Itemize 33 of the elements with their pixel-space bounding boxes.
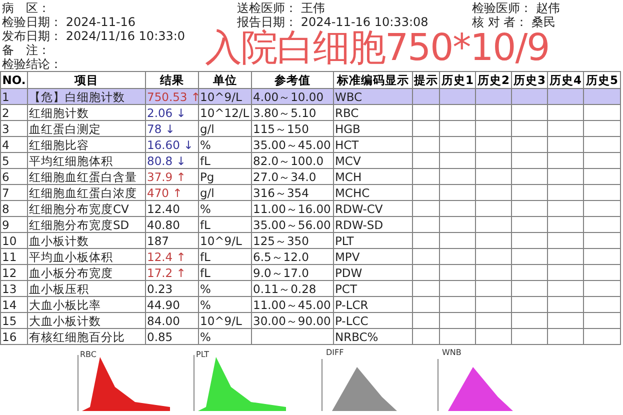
table-row[interactable]: 16 有核红细胞百分比 0.85 % NRBC% [0, 328, 620, 344]
table-cell: % [198, 328, 252, 344]
column-header: 标准编码显示 [334, 72, 412, 88]
column-header: 参考值 [252, 72, 334, 88]
info-field: 检验医师： 赵伟 [472, 0, 622, 17]
info-field: 病 区： [2, 0, 237, 17]
graph-label: RBC [80, 350, 96, 359]
table-row[interactable]: 5 平均红细胞体积 80.8 ↓ fL 82.0～100.0 MCV [0, 152, 620, 168]
column-header: NO. [0, 72, 28, 88]
table-row[interactable]: 9 红细胞分布宽度SD 40.80 fL 35.00～56.00 RDW-SD [0, 216, 620, 232]
column-header: 项目 [28, 72, 146, 88]
table-row[interactable]: 1 【危】白细胞计数 750.53 ↑10^9/L 4.00～10.00 WBC [0, 88, 620, 104]
info-field: 核 对 者： 桑民 [472, 14, 622, 31]
table-row[interactable]: 10 血小板计数 187 10^9/L 125～350 PLT [0, 232, 620, 248]
table-row[interactable]: 14 大血小板比率 44.90 % 11.00～45.00 P-LCR [0, 296, 620, 312]
table-row[interactable]: 15 大血小板计数 84.00 10^9/L 30.00～90.00 P-LCC [0, 312, 620, 328]
table-row[interactable]: 3 血红蛋白测定 78 ↓ g/l 115～150 HGB [0, 120, 620, 136]
table-row[interactable]: 11 平均血小板体积 12.4 ↑ fL 6.5～12.0 MPV [0, 248, 620, 264]
graph-label: PLT [196, 350, 210, 359]
table-cell: 有核红细胞百分比 [28, 328, 146, 344]
table-row[interactable]: 7 红细胞血红蛋白浓度 470 ↑ g/l 316～354 MCHC [0, 184, 620, 200]
graph-label: DIFF [326, 348, 344, 357]
graph-label: WNB [442, 348, 462, 357]
table-cell: 16 [0, 328, 28, 344]
info-field: 送检医师： 王伟 [237, 0, 472, 17]
table-row[interactable]: 6 红细胞血红蛋白含量 37.9 ↑ Pg 27.0～34.0 MCH [0, 168, 620, 184]
table-cell: 0.85 [146, 328, 198, 344]
table-row[interactable]: 4 红细胞比容 16.60 ↓ % 35.00～45.00 HCT [0, 136, 620, 152]
table-cell: NRBC% [334, 328, 412, 344]
table-row[interactable]: 8 红细胞分布宽度CV 12.40 % 11.00～16.00 RDW-CV [0, 200, 620, 216]
table-row[interactable]: 2 红细胞计数 2.06 ↓ 10^12/L 3.80～5.10 RBC [0, 104, 620, 120]
table-row[interactable]: 13 血小板压积 0.23 % 0.11～0.28 PCT [0, 280, 620, 296]
table-row[interactable]: 12 血小板分布宽度 17.2 ↑ fL 9.0～17.0 PDW [0, 264, 620, 280]
